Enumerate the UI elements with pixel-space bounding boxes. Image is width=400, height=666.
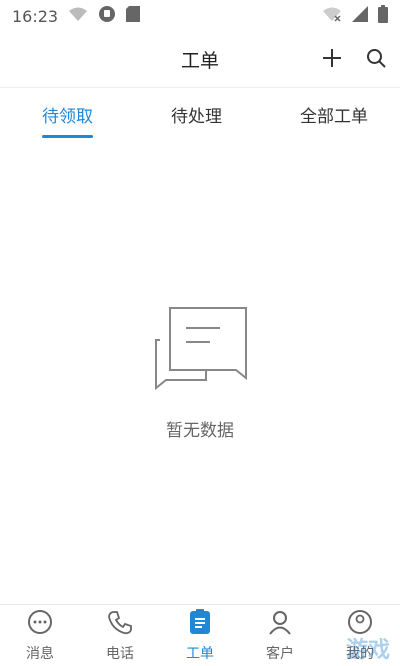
watermark: 游戏: [345, 638, 390, 663]
nav-item-messages[interactable]: 消息: [0, 609, 80, 663]
battery-icon: [378, 5, 388, 27]
chat-icon: [27, 609, 53, 639]
tab-to-claim[interactable]: 待领取: [42, 88, 93, 140]
tab-bar: 待领取 待处理 全部工单: [0, 88, 400, 140]
tab-pending[interactable]: 待处理: [171, 88, 222, 140]
user-icon: [267, 609, 293, 639]
bottom-nav: 消息 电话 工单 客户 我的: [0, 604, 400, 666]
signal-icon: [352, 6, 368, 26]
wifi-off-icon: [322, 6, 342, 26]
plus-icon[interactable]: [322, 48, 342, 72]
empty-message: 暂无数据: [166, 421, 234, 441]
app-bar-actions: [322, 32, 386, 88]
tab-all-tickets[interactable]: 全部工单: [300, 88, 368, 140]
app-bar: 工单: [0, 32, 400, 88]
status-right: [322, 5, 388, 27]
nav-item-phone[interactable]: 电话: [80, 609, 160, 663]
app-notification-icon: [98, 5, 116, 27]
nav-item-customers[interactable]: 客户: [240, 609, 320, 663]
status-bar: 16:23: [0, 0, 400, 32]
nav-label: 工单: [186, 645, 214, 662]
nav-item-tickets[interactable]: 工单: [160, 608, 240, 663]
page-title: 工单: [180, 50, 219, 72]
search-icon[interactable]: [366, 48, 386, 72]
empty-state: 暂无数据: [0, 300, 400, 441]
phone-icon: [107, 609, 133, 639]
nav-label: 消息: [26, 645, 54, 662]
nav-label: 电话: [106, 645, 134, 662]
nav-label: 客户: [266, 645, 294, 662]
status-time: 16:23: [12, 6, 59, 26]
sd-card-icon: [126, 6, 141, 26]
wifi-icon: [68, 6, 88, 26]
clipboard-icon: [187, 608, 213, 639]
chat-bubbles-icon: [148, 300, 252, 394]
status-left: 16:23: [12, 5, 141, 27]
